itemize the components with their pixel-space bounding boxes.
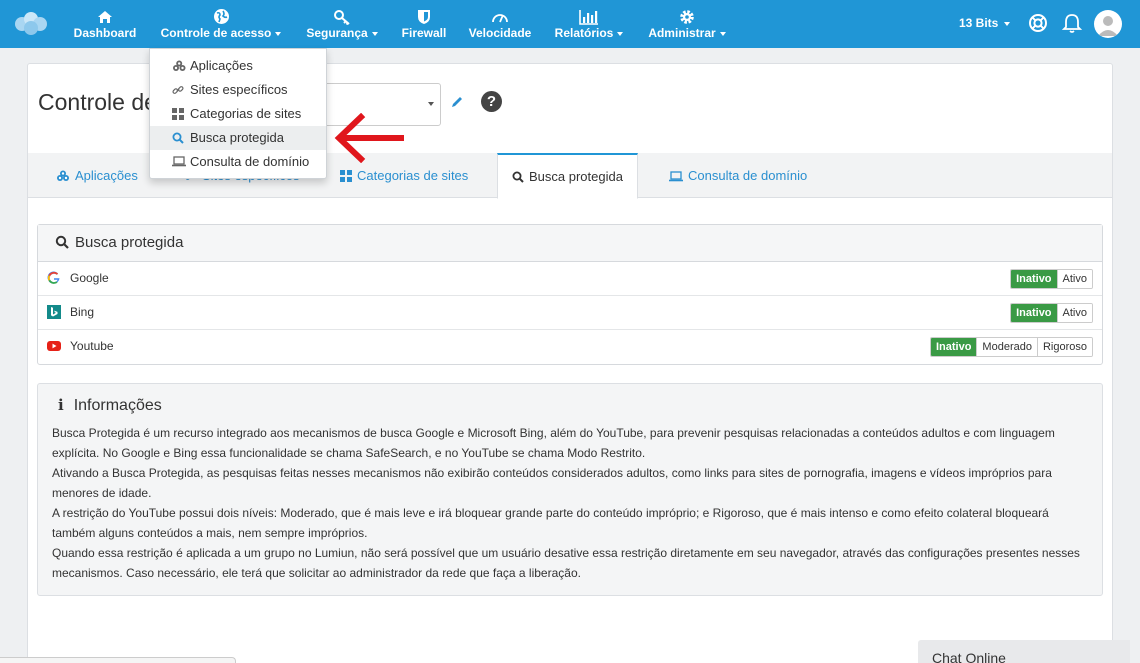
speedometer-icon <box>492 13 508 23</box>
link-icon <box>172 86 184 94</box>
info-title: Informações <box>73 397 162 414</box>
page-bottom-edge <box>0 657 236 663</box>
engine-name: Youtube <box>70 339 114 353</box>
nav-firewall-label: Firewall <box>401 26 447 40</box>
google-inativo-button[interactable]: Inativo <box>1011 270 1057 288</box>
google-ativo-button[interactable]: Ativo <box>1056 270 1092 288</box>
youtube-toggle-group: Inativo Moderado Rigoroso <box>929 337 1093 357</box>
info-icon: i <box>58 396 64 414</box>
bell-icon[interactable] <box>1060 11 1084 35</box>
bing-ativo-button[interactable]: Ativo <box>1056 304 1092 322</box>
busca-protegida-panel: Busca protegida Google Inativo Ativo Bin… <box>37 224 1103 365</box>
annotation-arrow-icon <box>334 113 404 163</box>
organization-name: 13 Bits <box>959 16 999 30</box>
google-toggle-group: Inativo Ativo <box>1010 269 1093 289</box>
tab-aplicacoes[interactable]: Aplicações <box>42 153 152 198</box>
tab-busca-label: Busca protegida <box>529 169 623 184</box>
nav-dashboard-label: Dashboard <box>73 26 137 40</box>
nav-relatorios-label: Relatórios <box>554 26 614 40</box>
menu-item-label: Aplicações <box>190 58 253 73</box>
nav-controle-de-acesso[interactable]: Controle de acesso <box>153 6 289 44</box>
organization-selector[interactable]: 13 Bits <box>959 16 1011 30</box>
menu-item-label: Busca protegida <box>190 130 284 145</box>
engine-row-google: Google Inativo Ativo <box>38 262 1102 296</box>
nav-seguranca[interactable]: Segurança <box>302 6 382 44</box>
info-panel: i Informações Busca Protegida é um recurs… <box>37 383 1103 596</box>
tab-categorias-label: Categorias de sites <box>357 168 469 183</box>
info-paragraph: Ativando a Busca Protegida, as pesquisas… <box>52 466 1052 500</box>
chevron-down-icon <box>719 31 726 36</box>
search-icon <box>512 171 524 183</box>
info-paragraph: Busca Protegida é um recurso integrado a… <box>52 426 1055 460</box>
globe-icon <box>213 9 229 25</box>
menu-item-busca-protegida[interactable]: Busca protegida <box>150 126 326 150</box>
nav-relatorios[interactable]: Relatórios <box>549 6 629 44</box>
youtube-icon <box>47 341 61 351</box>
nav-firewall[interactable]: Firewall <box>396 6 452 44</box>
shield-icon <box>418 9 430 24</box>
tab-busca-protegida[interactable]: Busca protegida <box>497 153 638 199</box>
menu-item-label: Categorias de sites <box>190 106 302 121</box>
chevron-down-icon <box>371 31 378 36</box>
key-icon <box>334 9 350 26</box>
nav-administrar[interactable]: Administrar <box>642 6 732 44</box>
nav-controle-label: Controle de acesso <box>160 26 272 40</box>
info-paragraph: A restrição do YouTube possui dois nívei… <box>52 506 1049 540</box>
menu-item-aplicacoes[interactable]: Aplicações <box>150 54 326 78</box>
menu-item-categorias-de-sites[interactable]: Categorias de sites <box>150 102 326 126</box>
nav-velocidade[interactable]: Velocidade <box>464 6 536 44</box>
youtube-rigoroso-button[interactable]: Rigoroso <box>1036 338 1092 356</box>
google-icon <box>47 271 60 284</box>
engine-row-youtube: Youtube Inativo Moderado Rigoroso <box>38 330 1102 364</box>
lumiun-logo[interactable] <box>12 11 50 37</box>
bing-inativo-button[interactable]: Inativo <box>1011 304 1057 322</box>
panel-title: Busca protegida <box>75 234 184 251</box>
engine-row-bing: Bing Inativo Ativo <box>38 296 1102 330</box>
chevron-down-icon <box>617 31 624 36</box>
pencil-edit-icon[interactable] <box>450 95 464 109</box>
nav-administrar-label: Administrar <box>648 26 716 40</box>
bing-icon <box>47 305 61 319</box>
nav-velocidade-label: Velocidade <box>468 26 532 40</box>
user-icon <box>1098 16 1118 36</box>
chat-label: Chat Online <box>932 650 1006 663</box>
info-paragraph: Quando essa restrição é aplicada a um gr… <box>52 546 1080 580</box>
bar-chart-icon <box>579 9 598 25</box>
search-icon <box>172 132 184 144</box>
chat-online-widget[interactable]: Chat Online <box>918 640 1130 663</box>
chevron-down-icon <box>1004 21 1011 26</box>
tab-consulta-de-dominio[interactable]: Consulta de domínio <box>655 153 821 198</box>
info-header: i Informações <box>52 396 1088 415</box>
grid-icon <box>340 170 352 182</box>
engine-name: Google <box>70 271 109 285</box>
laptop-icon <box>669 171 683 182</box>
gear-icon <box>680 10 694 24</box>
select-caret-icon <box>428 102 434 106</box>
grid-icon <box>172 108 184 120</box>
support-lifebuoy-icon[interactable] <box>1026 11 1050 35</box>
youtube-moderado-button[interactable]: Moderado <box>976 338 1037 356</box>
panel-header: Busca protegida <box>38 225 1102 262</box>
engine-name: Bing <box>70 305 95 319</box>
controle-de-acesso-dropdown: Aplicações Sites específicos Categorias … <box>149 48 327 179</box>
menu-item-label: Consulta de domínio <box>190 154 310 169</box>
chevron-down-icon <box>275 31 282 36</box>
bing-toggle-group: Inativo Ativo <box>1010 303 1093 323</box>
menu-item-sites-especificos[interactable]: Sites específicos <box>150 78 326 102</box>
laptop-icon <box>172 156 186 167</box>
nav-dashboard[interactable]: Dashboard <box>70 6 140 44</box>
search-icon <box>55 235 69 249</box>
top-navbar: Dashboard Controle de acesso Segurança F… <box>0 0 1140 48</box>
menu-item-label: Sites específicos <box>190 82 288 97</box>
applications-icon <box>57 170 69 181</box>
applications-icon <box>173 60 186 71</box>
menu-item-consulta-de-dominio[interactable]: Consulta de domínio <box>150 150 326 174</box>
home-icon <box>98 10 112 23</box>
user-avatar[interactable] <box>1094 10 1122 38</box>
tab-consulta-label: Consulta de domínio <box>688 168 808 183</box>
youtube-inativo-button[interactable]: Inativo <box>930 338 977 356</box>
help-icon[interactable]: ? <box>481 91 502 112</box>
tab-aplicacoes-label: Aplicações <box>75 168 138 183</box>
nav-seguranca-label: Segurança <box>306 26 368 40</box>
